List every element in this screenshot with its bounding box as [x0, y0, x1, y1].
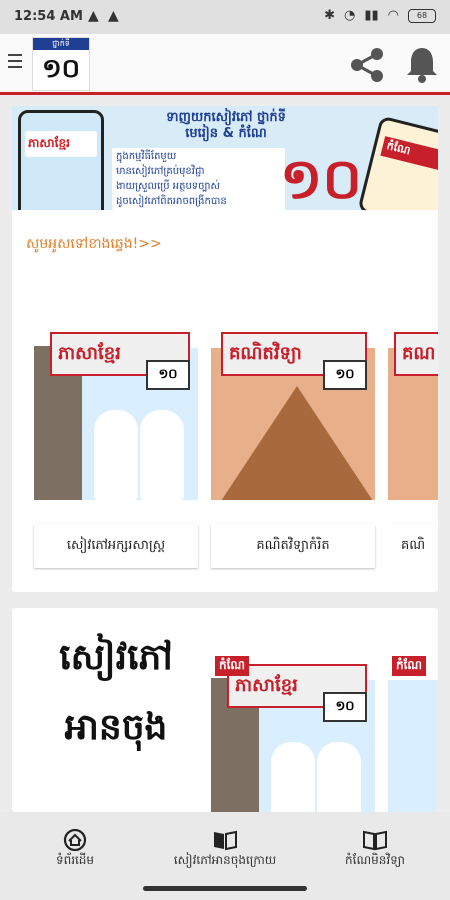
- cover-answer-tag: កំណែ: [392, 656, 427, 676]
- cover-illustration: [271, 742, 315, 812]
- warning-icon: ▲: [108, 8, 119, 24]
- cover-pyramid: [219, 386, 375, 504]
- battery-icon: 68: [408, 8, 436, 23]
- book-cover: ភាសាខ្មែរ ១០: [34, 296, 198, 524]
- logo-caption: ថ្នាក់ទី: [33, 38, 89, 50]
- cover-illustration: [140, 410, 184, 500]
- nav-answers[interactable]: កំណែមិនវិទ្យា: [300, 828, 450, 870]
- book-open-icon: [214, 830, 237, 851]
- cover-grade: ១០: [146, 360, 190, 390]
- bluetooth-icon: ✱: [324, 8, 335, 23]
- book-cover: កំណែ: [388, 628, 438, 812]
- reading-title-2: អានចុង: [64, 707, 168, 748]
- home-icon: [63, 828, 87, 852]
- recent-card: សៀវភៅ អានចុង ភាសាខ្មែរ កំណែ ១០ កំណែ: [12, 608, 438, 812]
- book-caption: គណិ: [388, 524, 438, 568]
- phone-book-title: ភាសាខ្មែរ: [25, 131, 97, 157]
- cover-illustration: [94, 410, 138, 500]
- featured-card: ភាសាខ្មែរ ទាញយកសៀវភៅ ថ្នាក់ទី មេរៀន & កំ…: [12, 106, 438, 592]
- reading-cover: សៀវភៅ អានចុង: [34, 628, 198, 812]
- status-time: 12:54 AM: [14, 9, 83, 24]
- banner-title: ទាញយកសៀវភៅ ថ្នាក់ទី មេរៀន & កំណែ: [116, 110, 336, 142]
- book-item[interactable]: គណ គណិ: [388, 296, 438, 568]
- book-caption: គណិតវិទ្យាកំរិត: [211, 524, 375, 568]
- book-cover: គណិតវិទ្យា ១០: [211, 296, 375, 524]
- cover-footer: [211, 500, 375, 524]
- banner-grade-number: ១០: [280, 147, 363, 210]
- swipe-hint: សូមអូសទៅខាងឆ្វេង!>>: [26, 236, 162, 252]
- banner-title-line1: ទាញយកសៀវភៅ ថ្នាក់ទី: [166, 110, 286, 125]
- nav-reading[interactable]: សៀវភៅអានចុងក្រោយ: [150, 828, 300, 870]
- phone-mockup: ភាសាខ្មែរ: [18, 110, 104, 210]
- book-item[interactable]: កំណែ: [388, 628, 438, 812]
- bell-icon[interactable]: [404, 44, 440, 84]
- wifi-icon: ◠: [387, 8, 399, 23]
- nav-reading-label: សៀវភៅអានចុងក្រោយ: [173, 853, 277, 867]
- gesture-handle: [143, 886, 307, 891]
- reading-title-1: សៀវភៅ: [59, 637, 173, 678]
- share-icon[interactable]: [348, 46, 386, 84]
- alarm-icon: ◔: [344, 8, 356, 23]
- nav-answers-label: កំណែមិនវិទ្យា: [345, 853, 405, 867]
- cover-answer-tag: កំណែ: [215, 656, 250, 676]
- answer-book-icon: [363, 830, 387, 851]
- menu-icon[interactable]: [8, 54, 22, 72]
- logo-number: ១០: [41, 54, 81, 84]
- nav-home-label: ទំព័រដើម: [55, 853, 95, 867]
- nav-home[interactable]: ទំព័រដើម: [0, 828, 150, 870]
- banner-feature: ដូចសៀវភៅពិតអាចពង្រីកបាន: [112, 193, 285, 210]
- book-item[interactable]: ភាសាខ្មែរ ១០ សៀវភៅអក្សរសាស្ត្រ: [34, 296, 198, 568]
- cover-grade: ១០: [323, 692, 367, 722]
- book-item[interactable]: គណិតវិទ្យា ១០ គណិតវិទ្យាកំរិត: [211, 296, 375, 568]
- cover-footer: [34, 500, 198, 524]
- app-logo: ថ្នាក់ទី ១០: [32, 37, 90, 91]
- book-caption: សៀវភៅអក្សរសាស្ត្រ: [34, 524, 198, 568]
- book-item[interactable]: សៀវភៅ អានចុង: [34, 628, 198, 812]
- app-bar: ថ្នាក់ទី ១០: [0, 34, 450, 95]
- book-item[interactable]: ភាសាខ្មែរ កំណែ ១០: [211, 628, 375, 812]
- promo-banner[interactable]: ភាសាខ្មែរ ទាញយកសៀវភៅ ថ្នាក់ទី មេរៀន & កំ…: [12, 106, 438, 210]
- cover-grade: ១០: [323, 360, 367, 390]
- warning-icon: ▲: [88, 8, 99, 24]
- signal-icon: ▮▮: [364, 8, 379, 23]
- status-bar: 12:54 AM ▲ ▲ ✱ ◔ ▮▮ ◠ 68: [0, 0, 450, 34]
- cover-illustration: [317, 742, 361, 812]
- phone2-tag: កំណែ: [380, 136, 438, 172]
- book-cover: គណ: [388, 296, 438, 524]
- phone-mockup-2: កំណែ: [357, 115, 438, 210]
- cover-footer: [388, 500, 438, 524]
- cover-title: គណ: [394, 332, 438, 376]
- banner-title-line2: មេរៀន & កំណែ: [185, 126, 267, 141]
- book-cover: ភាសាខ្មែរ កំណែ ១០: [211, 628, 375, 812]
